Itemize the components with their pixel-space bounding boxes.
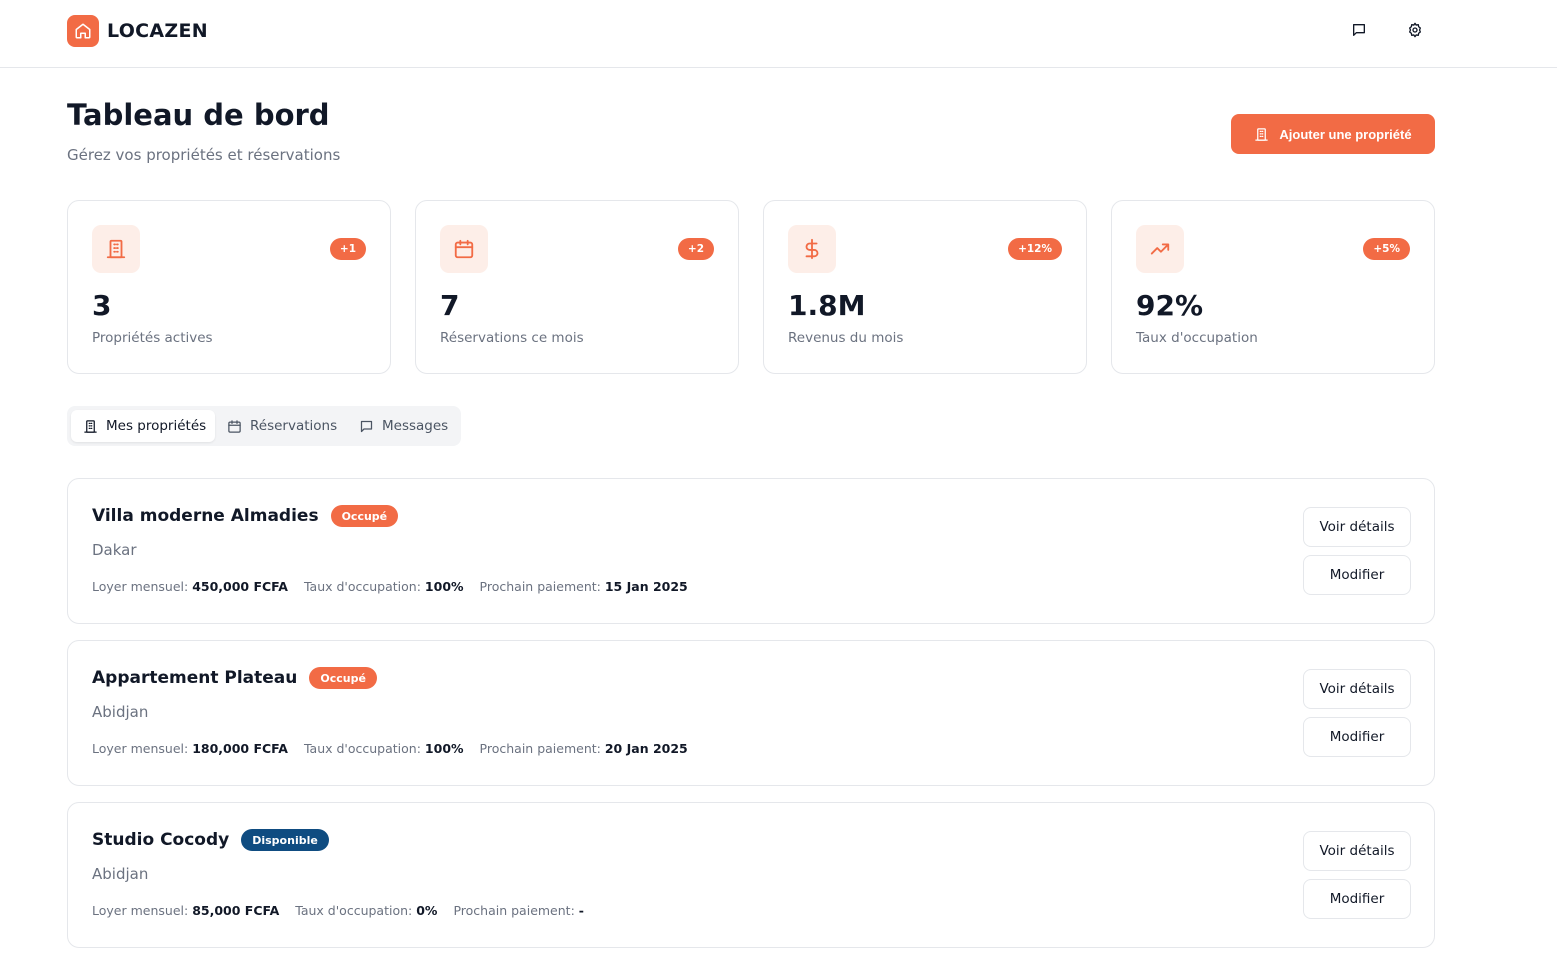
page-subtitle: Gérez vos propriétés et réservations — [67, 146, 341, 164]
property-city: Abidjan — [92, 865, 149, 883]
building-icon — [84, 419, 97, 433]
stat-card-properties: +1 3 Propriétés actives — [67, 200, 391, 374]
stat-value: 1.8M — [788, 289, 866, 322]
tab-label: Messages — [382, 418, 449, 434]
gear-icon[interactable] — [1405, 20, 1425, 40]
stat-badge: +12% — [1008, 238, 1062, 260]
page-title: Tableau de bord — [67, 98, 330, 132]
view-details-button[interactable]: Voir détails — [1303, 831, 1411, 871]
property-city: Dakar — [92, 541, 137, 559]
property-card: Appartement Plateau Occupé Abidjan Loyer… — [67, 640, 1435, 786]
status-badge: Occupé — [309, 667, 377, 689]
occupancy-info: Taux d'occupation: 100% — [303, 579, 464, 594]
status-badge: Occupé — [330, 505, 399, 527]
status-badge: Disponible — [241, 829, 329, 851]
rent-info: Loyer mensuel: 85,000 FCFA — [92, 903, 280, 918]
stat-label: Taux d'occupation — [1136, 330, 1258, 346]
stat-badge: +1 — [329, 238, 366, 260]
message-icon — [360, 420, 373, 432]
rent-info: Loyer mensuel: 450,000 FCFA — [92, 579, 288, 594]
stat-value: 3 — [92, 289, 112, 322]
stat-label: Revenus du mois — [788, 330, 904, 346]
next-payment-info: Prochain paiement: 15 Jan 2025 — [479, 579, 688, 594]
view-details-button[interactable]: Voir détails — [1303, 669, 1411, 709]
message-icon[interactable] — [1349, 20, 1369, 40]
stat-card-reservations: +2 7 Réservations ce mois — [415, 200, 739, 374]
tab-messages[interactable]: Messages — [359, 410, 459, 442]
building-icon — [1255, 127, 1269, 141]
property-name: Studio Cocody — [92, 830, 230, 850]
stat-card-revenue: +12% 1.8M Revenus du mois — [763, 200, 1087, 374]
property-card: Villa moderne Almadies Occupé Dakar Loye… — [67, 478, 1435, 624]
stat-label: Réservations ce mois — [440, 330, 584, 346]
tab-properties[interactable]: Mes propriétés — [71, 410, 215, 442]
occupancy-info: Taux d'occupation: 100% — [303, 741, 464, 756]
top-header: LOCAZEN — [0, 0, 1557, 68]
edit-button[interactable]: Modifier — [1303, 555, 1411, 595]
app-name: LOCAZEN — [107, 20, 208, 42]
add-property-label: Ajouter une propriété — [1279, 126, 1412, 142]
tab-reservations[interactable]: Réservations — [227, 410, 351, 442]
edit-button[interactable]: Modifier — [1303, 717, 1411, 757]
home-icon — [67, 15, 99, 47]
stat-badge: +5% — [1363, 238, 1410, 260]
stat-label: Propriétés actives — [92, 330, 213, 346]
stat-value: 92% — [1136, 289, 1204, 322]
rent-info: Loyer mensuel: 180,000 FCFA — [92, 741, 288, 756]
tab-label: Réservations — [250, 418, 338, 434]
stat-card-occupancy: +5% 92% Taux d'occupation — [1111, 200, 1435, 374]
calendar-icon — [228, 419, 241, 433]
app-logo[interactable]: LOCAZEN — [67, 15, 208, 47]
edit-button[interactable]: Modifier — [1303, 879, 1411, 919]
add-property-button[interactable]: Ajouter une propriété — [1231, 114, 1435, 154]
property-city: Abidjan — [92, 703, 149, 721]
stat-badge: +2 — [677, 238, 714, 260]
property-name: Villa moderne Almadies — [92, 506, 319, 526]
tab-bar: Mes propriétés Réservations Messages — [67, 406, 461, 446]
tab-label: Mes propriétés — [106, 418, 207, 434]
occupancy-info: Taux d'occupation: 0% — [295, 903, 438, 918]
calendar-icon — [440, 225, 488, 273]
property-card: Studio Cocody Disponible Abidjan Loyer m… — [67, 802, 1435, 948]
next-payment-info: Prochain paiement: - — [453, 903, 584, 918]
next-payment-info: Prochain paiement: 20 Jan 2025 — [479, 741, 688, 756]
view-details-button[interactable]: Voir détails — [1303, 507, 1411, 547]
property-name: Appartement Plateau — [92, 668, 298, 688]
trending-up-icon — [1136, 225, 1184, 273]
building-icon — [92, 225, 140, 273]
stat-value: 7 — [440, 289, 460, 322]
dollar-icon — [788, 225, 836, 273]
